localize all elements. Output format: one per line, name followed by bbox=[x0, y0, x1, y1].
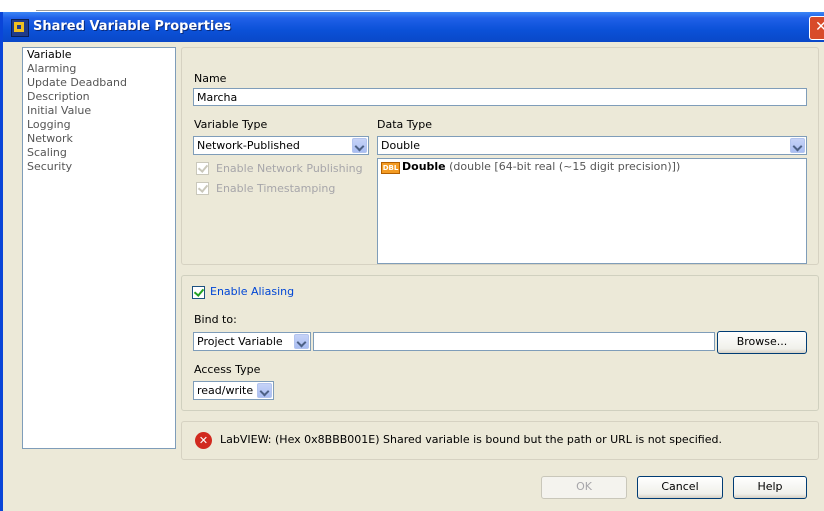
enable-network-publishing-checkbox[interactable] bbox=[196, 162, 209, 175]
chevron-down-icon[interactable] bbox=[352, 138, 367, 153]
category-item-update-deadband[interactable]: Update Deadband bbox=[23, 76, 175, 90]
error-message: LabVIEW: (Hex 0x8BBB001E) Shared variabl… bbox=[220, 433, 722, 446]
category-item-variable[interactable]: Variable bbox=[23, 48, 175, 62]
chevron-down-icon[interactable] bbox=[790, 138, 805, 153]
category-item-network[interactable]: Network bbox=[23, 132, 175, 146]
bind-type-value: Project Variable bbox=[197, 335, 283, 348]
chevron-down-icon[interactable] bbox=[257, 383, 272, 398]
enable-aliasing-label: Enable Aliasing bbox=[210, 285, 295, 298]
chevron-down-icon[interactable] bbox=[294, 334, 309, 349]
enable-network-publishing-label: Enable Network Publishing bbox=[216, 162, 363, 175]
name-input[interactable]: Marcha bbox=[193, 88, 807, 106]
data-type-select[interactable]: Double bbox=[377, 136, 807, 155]
title-bar[interactable]: Shared Variable Properties ✕ bbox=[3, 12, 824, 42]
access-type-select[interactable]: read/write bbox=[193, 381, 274, 400]
browse-button[interactable]: Browse... bbox=[717, 331, 807, 354]
data-type-list[interactable]: DBL Double (double [64-bit real (~15 dig… bbox=[377, 158, 807, 264]
access-type-value: read/write bbox=[197, 384, 254, 397]
name-label: Name bbox=[194, 72, 227, 85]
category-item-security[interactable]: Security bbox=[23, 160, 175, 174]
ok-button[interactable]: OK bbox=[541, 476, 627, 499]
data-type-value: Double bbox=[381, 139, 420, 152]
dbl-type-icon: DBL bbox=[381, 162, 400, 174]
data-type-item-name: Double bbox=[402, 160, 446, 173]
category-item-scaling[interactable]: Scaling bbox=[23, 146, 175, 160]
bind-to-label: Bind to: bbox=[194, 313, 237, 326]
data-type-item[interactable]: Double (double [64-bit real (~15 digit p… bbox=[402, 160, 680, 173]
enable-aliasing-option[interactable]: Enable Aliasing bbox=[192, 285, 299, 299]
data-type-label: Data Type bbox=[377, 118, 433, 131]
cancel-button[interactable]: Cancel bbox=[637, 476, 723, 499]
access-type-label: Access Type bbox=[194, 363, 261, 376]
category-item-logging[interactable]: Logging bbox=[23, 118, 175, 132]
variable-type-label: Variable Type bbox=[194, 118, 268, 131]
labview-project-icon bbox=[11, 19, 29, 37]
enable-timestamping-checkbox[interactable] bbox=[196, 182, 209, 195]
error-icon: ✕ bbox=[195, 432, 212, 449]
enable-timestamping-label: Enable Timestamping bbox=[216, 182, 336, 195]
help-button[interactable]: Help bbox=[733, 476, 807, 499]
close-button[interactable]: ✕ bbox=[809, 16, 824, 40]
enable-aliasing-checkbox[interactable] bbox=[192, 285, 205, 299]
category-item-description[interactable]: Description bbox=[23, 90, 175, 104]
background-window-strip bbox=[0, 0, 824, 12]
window-title: Shared Variable Properties bbox=[33, 19, 231, 34]
bind-type-select[interactable]: Project Variable bbox=[193, 332, 311, 351]
category-item-alarming[interactable]: Alarming bbox=[23, 62, 175, 76]
variable-type-select[interactable]: Network-Published bbox=[193, 136, 369, 155]
bind-path-input[interactable] bbox=[313, 332, 715, 351]
category-list[interactable]: Variable Alarming Update Deadband Descri… bbox=[22, 47, 176, 449]
category-item-initial-value[interactable]: Initial Value bbox=[23, 104, 175, 118]
variable-type-value: Network-Published bbox=[197, 139, 300, 152]
data-type-item-desc: (double [64-bit real (~15 digit precisio… bbox=[449, 160, 681, 173]
error-status-bar: ✕ LabVIEW: (Hex 0x8BBB001E) Shared varia… bbox=[181, 421, 819, 460]
